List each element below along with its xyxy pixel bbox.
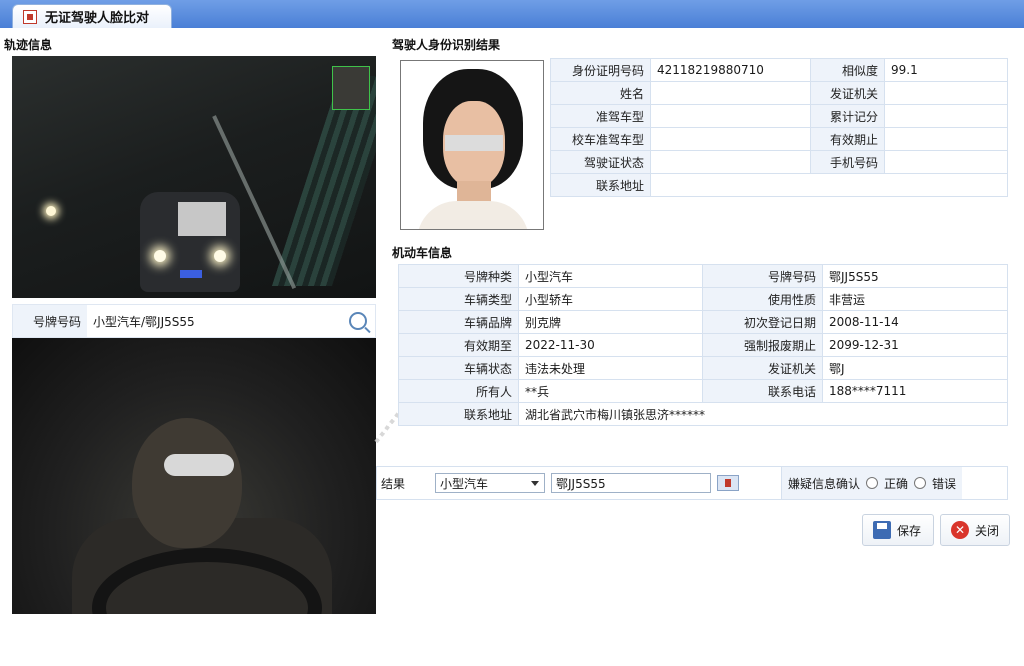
section-title-identity: 驾驶人身份识别结果: [392, 38, 501, 52]
license-status-label: 驾驶证状态: [550, 150, 651, 174]
usage-value: 非营运: [822, 287, 1008, 311]
school-bus-class-label: 校车准驾车型: [550, 127, 651, 151]
license-plate: [180, 270, 202, 278]
vehicle-status-value: 违法未处理: [518, 356, 703, 380]
expiry-value: [884, 127, 1008, 151]
scrap-date-value: 2099-12-31: [822, 333, 1008, 357]
owner-label: 所有人: [398, 379, 519, 403]
name-value: [650, 81, 811, 105]
document-icon: [23, 9, 37, 24]
valid-until-value: 2022-11-30: [518, 333, 703, 357]
vehicle-table: 号牌种类 小型汽车 号牌号码 鄂JJ5S55 车辆类型 小型轿车 使用性质 非营…: [398, 264, 1008, 426]
first-registration-label: 初次登记日期: [702, 310, 823, 334]
school-bus-class-value: [650, 127, 811, 151]
plate-value: 小型汽车/鄂JJ5S55: [93, 314, 195, 329]
headlight: [46, 206, 56, 216]
radio-wrong[interactable]: [914, 477, 927, 489]
title-bar: 无证驾驶人脸比对: [0, 0, 1024, 28]
confirm-label: 嫌疑信息确认: [788, 476, 861, 491]
plate-number-input-value: 鄂JJ5S55: [556, 476, 606, 491]
plate-search-row: 号牌号码 小型汽车/鄂JJ5S55: [12, 304, 376, 338]
first-registration-value: 2008-11-14: [822, 310, 1008, 334]
expiry-label: 有效期止: [810, 127, 885, 151]
license-status-value: [650, 150, 811, 174]
license-class-value: [650, 104, 811, 128]
radio-correct-label: 正确: [884, 476, 909, 491]
identity-table: 身份证明号码 42118219880710 相似度 99.1 姓名 发证机关 准…: [550, 58, 1008, 197]
owner-phone-value: 188****7111: [822, 379, 1008, 403]
brand-label: 车辆品牌: [398, 310, 519, 334]
face-thumbnail[interactable]: [332, 66, 370, 110]
plate-number-label: 号牌号码: [702, 264, 823, 288]
save-label: 保存: [897, 523, 922, 538]
vehicle-type-label: 车辆类型: [398, 287, 519, 311]
driver-capture-image: [12, 338, 376, 614]
brand-value: 别克牌: [518, 310, 703, 334]
section-title-track: 轨迹信息: [4, 38, 53, 52]
driver-head: [132, 418, 242, 548]
license-class-label: 准驾车型: [550, 104, 651, 128]
vehicle-issuer-value: 鄂J: [822, 356, 1008, 380]
save-icon: [873, 521, 891, 539]
windshield-blur: [178, 202, 226, 236]
section-title-vehicle: 机动车信息: [392, 246, 453, 260]
close-label: 关闭: [975, 523, 1000, 538]
points-label: 累计记分: [810, 104, 885, 128]
phone-value: [884, 150, 1008, 174]
plate-type-select[interactable]: 小型汽车: [435, 473, 546, 493]
similarity-value: 99.1: [884, 58, 1008, 82]
name-label: 姓名: [550, 81, 651, 105]
suspect-confirm: 嫌疑信息确认 正确 错误: [781, 467, 963, 499]
eyes-blur: [164, 454, 234, 476]
id-number-label: 身份证明号码: [550, 58, 651, 82]
address-value: [650, 173, 1008, 197]
face-blur: [445, 135, 503, 151]
plate-number-input[interactable]: 鄂JJ5S55: [551, 473, 712, 493]
traffic-camera-image: [12, 56, 376, 298]
plate-number-value: 鄂JJ5S55: [822, 264, 1008, 288]
vehicle-issuer-label: 发证机关: [702, 356, 823, 380]
owner-phone-label: 联系电话: [702, 379, 823, 403]
issuing-authority-label: 发证机关: [810, 81, 885, 105]
usage-label: 使用性质: [702, 287, 823, 311]
id-number-value: 42118219880710: [650, 58, 811, 82]
edit-icon[interactable]: [717, 475, 740, 491]
vehicle-status-label: 车辆状态: [398, 356, 519, 380]
headlight: [154, 250, 166, 262]
plate-type-value: 小型汽车: [518, 264, 703, 288]
shirt: [417, 201, 529, 229]
result-label: 结果: [381, 476, 406, 491]
vehicle-address-label: 联系地址: [398, 402, 519, 426]
tab-face-compare[interactable]: 无证驾驶人脸比对: [12, 4, 172, 28]
headlight: [214, 250, 226, 262]
chevron-down-icon: [531, 480, 540, 486]
phone-label: 手机号码: [810, 150, 885, 174]
valid-until-label: 有效期至: [398, 333, 519, 357]
radio-wrong-label: 错误: [932, 476, 957, 491]
search-icon[interactable]: [349, 312, 367, 330]
scrap-date-label: 强制报废期止: [702, 333, 823, 357]
plate-type-selected: 小型汽车: [440, 476, 489, 491]
points-value: [884, 104, 1008, 128]
similarity-label: 相似度: [810, 58, 885, 82]
address-label: 联系地址: [550, 173, 651, 197]
save-button[interactable]: 保存: [862, 514, 934, 546]
vehicle-address-value: 湖北省武穴市梅川镇张思济******: [518, 402, 1008, 426]
radio-correct[interactable]: [866, 477, 879, 489]
plate-label: 号牌号码: [13, 305, 87, 337]
tab-label: 无证驾驶人脸比对: [45, 11, 150, 26]
vehicle-type-value: 小型轿车: [518, 287, 703, 311]
id-photo: [400, 60, 544, 230]
issuing-authority-value: [884, 81, 1008, 105]
close-icon: ✕: [951, 521, 969, 539]
close-button[interactable]: ✕ 关闭: [940, 514, 1010, 546]
plate-type-label: 号牌种类: [398, 264, 519, 288]
owner-value: **兵: [518, 379, 703, 403]
verification-form: 结果 小型汽车 鄂JJ5S55 嫌疑信息确认 正确 错误: [376, 466, 1008, 500]
